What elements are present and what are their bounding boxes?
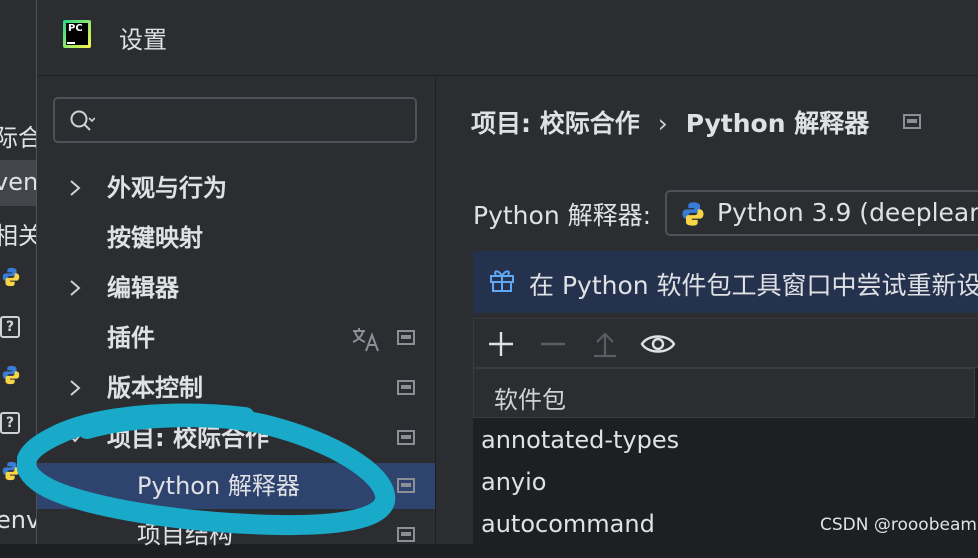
chevron-right-icon[interactable] [67, 278, 83, 298]
interpreter-select[interactable]: Python 3.9 (deeplearn [665, 190, 978, 236]
package-row[interactable]: autocommand [481, 510, 655, 538]
package-column-label: 软件包 [494, 386, 566, 414]
chevron-down-icon[interactable] [67, 428, 83, 448]
watermark: CSDN @rooobeam [820, 515, 977, 535]
remove-package-button[interactable] [538, 329, 568, 359]
pycharm-logo-icon: PC [63, 20, 91, 48]
translate-icon [352, 328, 379, 352]
sidebar-item-label: 外观与行为 [107, 174, 227, 202]
sidebar-item-label: 版本控制 [107, 374, 203, 402]
sidebar-item-plugins[interactable]: 插件 [37, 315, 435, 361]
dialog-titlebar: PC 设置 [37, 0, 978, 76]
python-icon [2, 461, 20, 481]
dialog-title: 设置 [119, 26, 167, 54]
sidebar-item-label: 编辑器 [107, 274, 179, 302]
search-icon [70, 110, 95, 131]
breadcrumb-current: Python 解释器 [685, 109, 870, 138]
project-level-icon [397, 527, 415, 542]
project-level-icon [397, 330, 415, 345]
pane-divider[interactable] [435, 76, 436, 544]
sidebar-item-vcs[interactable]: 版本控制 [37, 365, 435, 411]
add-package-button[interactable] [486, 329, 516, 359]
interpreter-label: Python 解释器: [473, 201, 652, 230]
sidebar-item-editor[interactable]: 编辑器 [37, 265, 435, 311]
packages-panel: 软件包 annotated-types anyio autocommand [473, 318, 978, 544]
background-text: ven [0, 168, 36, 196]
breadcrumb-project[interactable]: 项目: 校际合作 [471, 109, 640, 138]
project-level-icon [397, 380, 415, 395]
interpreter-value: Python 3.9 (deeplearn [717, 198, 978, 227]
sidebar-item-label: 按键映射 [107, 224, 203, 252]
sidebar-item-label: 项目: 校际合作 [107, 424, 269, 452]
packages-toolbar [473, 318, 978, 368]
gift-icon [490, 270, 514, 292]
background-ide-window: 际合 ven 相关 ? ? env [0, 0, 36, 544]
breadcrumb: 项目: 校际合作 › Python 解释器 [471, 104, 869, 140]
sidebar-item-label: Python 解释器 [137, 472, 300, 500]
project-level-icon [397, 430, 415, 445]
unknown-file-icon: ? [0, 316, 20, 338]
sidebar-item-project[interactable]: 项目: 校际合作 [37, 415, 435, 461]
sidebar-item-label: 项目结构 [137, 521, 233, 549]
sidebar-item-keymap[interactable]: 按键映射 [37, 215, 435, 261]
unknown-file-icon: ? [0, 412, 20, 434]
package-row[interactable]: anyio [481, 468, 546, 496]
python-icon [682, 202, 704, 226]
upgrade-package-button[interactable] [590, 329, 620, 359]
chevron-right-icon[interactable] [67, 378, 83, 398]
breadcrumb-separator: › [657, 109, 668, 138]
sidebar-item-appearance[interactable]: 外观与行为 [37, 165, 435, 211]
package-row[interactable]: annotated-types [481, 426, 679, 454]
background-text: 相关 [0, 222, 36, 250]
project-level-icon [903, 114, 921, 129]
project-level-icon [397, 478, 415, 493]
settings-dialog: PC 设置 外观与行为 按键映射 编辑器 插件 版本控制 项目: 校际合作 Py… [17, 0, 978, 549]
python-icon [2, 267, 20, 287]
chevron-right-icon[interactable] [67, 178, 83, 198]
background-text: 际合 [0, 124, 36, 152]
sidebar-item-python-interpreter[interactable]: Python 解释器 [37, 463, 435, 509]
python-icon [2, 365, 20, 385]
sidebar-item-project-structure[interactable]: 项目结构 [37, 512, 435, 558]
package-column-header[interactable]: 软件包 [473, 368, 975, 418]
sidebar-item-label: 插件 [107, 324, 155, 352]
info-banner: 在 Python 软件包工具窗口中尝试重新设 [473, 251, 978, 313]
background-text: env [0, 506, 36, 534]
banner-text: 在 Python 软件包工具窗口中尝试重新设 [529, 271, 978, 300]
show-details-eye-icon[interactable] [640, 329, 676, 359]
settings-search-input[interactable] [53, 97, 417, 143]
